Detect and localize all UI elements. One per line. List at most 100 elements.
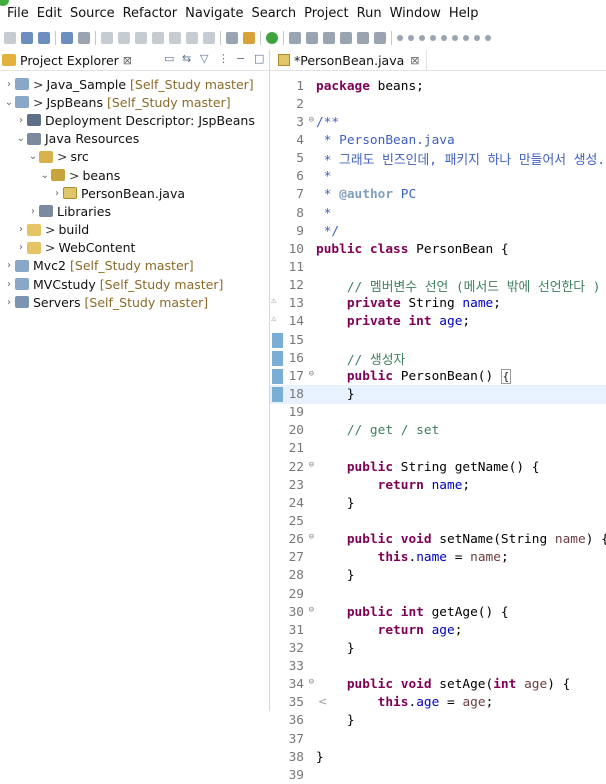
tree-item[interactable]: › > Java_Sample [Self_Study master] [0,75,269,93]
tree-item[interactable]: › > build [0,221,269,239]
code-line[interactable]: 16 // 생성자 [270,349,606,368]
new-server-icon[interactable] [289,32,301,44]
code-line[interactable]: 7 * @author PC [270,186,606,204]
new-filter-icon[interactable] [323,32,335,44]
code-line[interactable]: ⚠ 13 private String name; [270,295,606,313]
collapsed-arrow-icon[interactable]: › [3,260,15,271]
code-line[interactable]: 24 } [270,494,606,512]
tree-item[interactable]: › MVCstudy [Self_Study master] [0,275,269,293]
build-icon[interactable] [243,32,255,44]
step-over-icon[interactable] [186,32,198,44]
small-circle-icon[interactable] [463,35,469,41]
menu-run[interactable]: Run [353,6,386,21]
fold-toggle-icon[interactable]: ⊖ [309,369,314,379]
menu-file[interactable]: File [3,6,33,21]
step-into-icon[interactable] [169,32,181,44]
skip-breakpoints-icon[interactable] [78,32,90,44]
close-view-icon[interactable]: ⊠ [123,54,132,67]
code-line[interactable]: 38} [270,748,606,766]
open-perspective-icon[interactable] [226,32,238,44]
filter-icon[interactable]: ▽ [200,53,211,64]
code-line[interactable]: 20 // get / set [270,422,606,440]
code-line[interactable]: 26⊖ public void setName(String name) { [270,531,606,549]
code-line[interactable]: 39 [270,766,606,784]
new-web-service-icon[interactable] [357,32,369,44]
tree-item[interactable]: › Deployment Descriptor: JspBeans [0,111,269,129]
square-icon[interactable] [430,35,436,41]
code-line[interactable]: 3 ⊖/** [270,113,606,131]
step-return-icon[interactable] [203,32,215,44]
collapsed-arrow-icon[interactable]: › [15,224,27,235]
editor-tab-personbean[interactable]: *PersonBean.java ⊠ [270,50,427,70]
menu-window[interactable]: Window [386,6,445,21]
code-area[interactable]: 1 package beans; 2 3 ⊖/** 4 * PersonBean.java… [270,71,606,784]
code-line[interactable]: 9 */ [270,222,606,240]
new-servlet-icon[interactable] [306,32,318,44]
code-line[interactable]: 32 } [270,639,606,657]
shapes-icon[interactable] [441,35,447,41]
disconnect-icon[interactable] [152,32,164,44]
collapsed-arrow-icon[interactable]: › [15,115,27,126]
code-line[interactable]: 36 } [270,712,606,730]
circle-icon[interactable] [452,35,458,41]
code-line[interactable]: 12 // 멤버변수 선언 (메서드 밖에 선언한다 ) [270,277,606,295]
code-line[interactable]: 5 * 그래도 빈즈인데, 패키지 하나 만들어서 생성.. [270,150,606,168]
triangle-outline-icon[interactable] [485,35,491,41]
menu-refactor[interactable]: Refactor [119,6,182,21]
run-icon[interactable] [266,32,278,44]
diamond-outline-icon[interactable] [474,35,480,41]
code-line[interactable]: 28 } [270,567,606,585]
tree-item[interactable]: › Mvc2 [Self_Study master] [0,257,269,275]
code-line[interactable]: 17 ⊖ public PersonBean() { [270,367,606,385]
minimize-icon[interactable]: − [236,53,247,64]
tree-item[interactable]: ⌄ Java Resources [0,130,269,148]
code-line[interactable]: 21 [270,440,606,458]
save-icon[interactable] [21,32,33,44]
menu-navigate[interactable]: Navigate [181,6,247,21]
collapse-all-icon[interactable]: ▭ [164,53,175,64]
collapsed-arrow-icon[interactable]: › [27,206,39,217]
horizontal-scrollbar[interactable]: < [310,695,606,711]
menu-help[interactable]: Help [445,6,483,21]
menu-source[interactable]: Source [66,6,119,21]
triangle-icon[interactable] [419,35,425,41]
code-line[interactable]: ⚠ 14 private int age; [270,313,606,331]
code-line[interactable]: 37 [270,730,606,748]
suspend-icon[interactable] [118,32,130,44]
collapsed-arrow-icon[interactable]: › [3,279,15,290]
diamond-icon[interactable] [408,35,414,41]
view-menu-icon[interactable]: ⋮ [218,53,229,64]
fold-toggle-icon[interactable]: ⊖ [309,605,314,615]
expanded-arrow-icon[interactable]: ⌄ [39,170,51,181]
tree-item[interactable]: › Servers [Self_Study master] [0,293,269,311]
code-line[interactable]: 29 [270,585,606,603]
code-line[interactable]: 19 [270,404,606,422]
tree-item[interactable]: ⌄ > beans [0,166,269,184]
new-session-bean-icon[interactable] [374,32,386,44]
fold-toggle-icon[interactable]: ⊖ [309,677,314,687]
tree-item[interactable]: › PersonBean.java [0,184,269,202]
fold-toggle-icon[interactable]: ⊖ [309,460,314,470]
code-line[interactable]: 30 ⊖ public int getAge() { [270,603,606,621]
expanded-arrow-icon[interactable]: ⌄ [15,133,27,144]
collapsed-arrow-icon[interactable]: › [15,242,27,253]
menu-project[interactable]: Project [300,6,352,21]
save-all-icon[interactable] [38,32,50,44]
code-line[interactable]: 15 [270,331,606,349]
maximize-icon[interactable]: □ [254,53,265,64]
terminal-icon[interactable] [61,32,73,44]
code-line[interactable]: 27 this.name = name; [270,549,606,567]
tree-item[interactable]: ⌄ > src [0,148,269,166]
terminate-icon[interactable] [135,32,147,44]
code-line[interactable]: 4 * PersonBean.java [270,131,606,149]
tree-item[interactable]: › > WebContent [0,239,269,257]
code-line[interactable]: 25 [270,512,606,530]
collapsed-arrow-icon[interactable]: › [3,79,15,90]
expanded-arrow-icon[interactable]: ⌄ [3,97,15,108]
code-line[interactable]: 2 [270,95,606,113]
collapsed-arrow-icon[interactable]: › [3,297,15,308]
link-with-editor-icon[interactable]: ⇆ [182,53,193,64]
close-tab-icon[interactable]: ⊠ [410,54,419,67]
code-line[interactable]: 33 [270,658,606,676]
fold-toggle-icon[interactable]: ⊖ [309,532,314,542]
